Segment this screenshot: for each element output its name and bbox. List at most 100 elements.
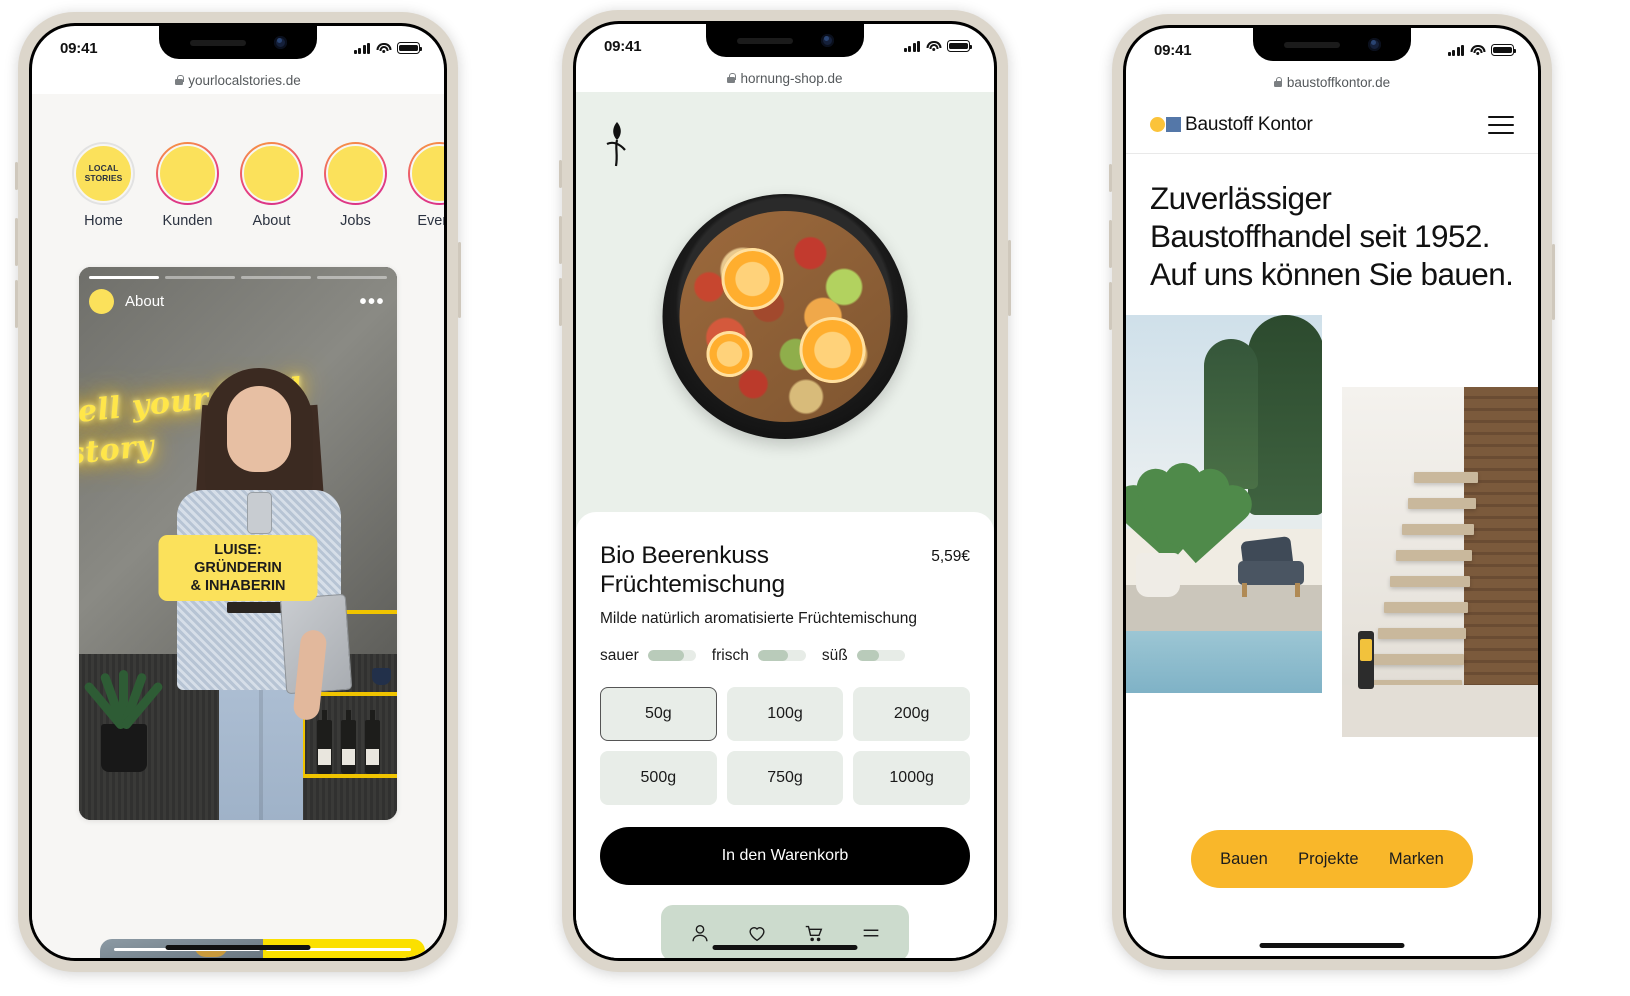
cellular-signal-icon	[903, 40, 920, 52]
taste-bar-sauer	[647, 650, 696, 662]
story-avatar	[410, 144, 444, 203]
story-progress-bar	[89, 276, 387, 279]
size-option-750g[interactable]: 750g	[726, 750, 844, 805]
volume-up-button[interactable]	[1109, 220, 1112, 268]
home-indicator-2[interactable]	[712, 945, 858, 950]
taste-label-frisch: frisch	[711, 646, 749, 664]
hero-image-group	[1126, 315, 1538, 745]
wifi-icon	[1470, 44, 1485, 56]
story-highlights-row: LOCAL STORIES Home Kunden About Jobs Eve	[32, 94, 444, 229]
earpiece-speaker	[1283, 41, 1340, 48]
story-card-about[interactable]: tell your local story	[79, 267, 397, 820]
palm-plant	[1126, 399, 1260, 564]
story-highlight-home[interactable]: LOCAL STORIES Home	[72, 142, 135, 229]
page-content-2: Bio Beerenkuss Früchtemischung 5,59€ Mil…	[576, 92, 994, 958]
taste-sauer: sauer	[600, 647, 696, 665]
front-camera	[820, 34, 834, 47]
story-label-jobs: Jobs	[340, 213, 371, 229]
mute-switch[interactable]	[559, 160, 562, 188]
url-text-3: baustoffkontor.de	[1286, 74, 1391, 90]
size-option-100g[interactable]: 100g	[726, 686, 844, 741]
product-subtitle: Milde natürlich aromatisierte Früchtemis…	[600, 609, 918, 627]
story-label-events: Events	[417, 213, 444, 229]
volume-down-button[interactable]	[15, 280, 18, 328]
status-time-2: 09:41	[604, 37, 642, 55]
wifi-icon	[926, 40, 941, 52]
power-button[interactable]	[458, 242, 461, 318]
notch	[159, 26, 317, 59]
nav-item-projekte[interactable]: Projekte	[1298, 850, 1359, 869]
story-highlight-kunden[interactable]: Kunden	[156, 142, 219, 229]
status-time-3: 09:41	[1154, 41, 1192, 59]
notch	[1253, 28, 1411, 61]
size-option-500g[interactable]: 500g	[600, 750, 717, 805]
phone-2-screen: 09:41 hornung-shop.de Bio Beerenkuss Frü…	[576, 24, 994, 958]
mute-switch[interactable]	[15, 162, 18, 190]
hornung-logo-icon[interactable]	[604, 120, 630, 168]
url-bar-3[interactable]: baustoffkontor.de	[1126, 68, 1538, 96]
taste-profile: sauer frisch süß	[600, 647, 970, 665]
story-avatar	[326, 144, 385, 203]
cart-icon[interactable]	[802, 921, 826, 945]
story-avatar-icon	[89, 289, 114, 314]
taste-bar-suess	[856, 650, 905, 662]
volume-down-button[interactable]	[559, 278, 562, 326]
site-header-3: Baustoff Kontor	[1126, 96, 1538, 154]
fruit-bowl-photo	[662, 194, 908, 439]
lock-icon	[727, 73, 736, 83]
taste-label-sauer: sauer	[600, 646, 639, 664]
heart-icon[interactable]	[745, 921, 769, 945]
logo-square-icon	[1166, 117, 1181, 132]
brand-logo[interactable]: Baustoff Kontor	[1150, 114, 1313, 136]
size-option-1000g[interactable]: 1000g	[853, 750, 970, 805]
product-detail-card: Bio Beerenkuss Früchtemischung 5,59€ Mil…	[576, 512, 994, 958]
battery-icon	[1491, 44, 1517, 56]
home-indicator-3[interactable]	[1259, 943, 1405, 948]
story-avatar	[242, 144, 301, 203]
volume-up-button[interactable]	[559, 216, 562, 264]
screenshot-stage: 09:41 yourlocalstories.de LOCAL STORIES …	[0, 0, 1630, 996]
page-content-3: Baustoff Kontor Zuverlässiger Baustoffha…	[1126, 96, 1538, 956]
battery-icon	[397, 42, 423, 54]
size-option-200g[interactable]: 200g	[853, 686, 970, 741]
menu-icon[interactable]	[859, 921, 883, 945]
home-indicator-1[interactable]	[165, 945, 311, 950]
mute-switch[interactable]	[1109, 164, 1112, 192]
url-text-2: hornung-shop.de	[740, 70, 843, 86]
nav-item-bauen[interactable]: Bauen	[1220, 850, 1268, 869]
floor-lamp	[1358, 631, 1374, 690]
product-image	[662, 194, 908, 439]
bottom-nav-pill: Bauen Projekte Marken	[1191, 830, 1473, 888]
add-to-cart-button[interactable]: In den Warenkorb	[600, 826, 970, 885]
url-bar-2[interactable]: hornung-shop.de	[576, 64, 994, 92]
nav-item-marken[interactable]: Marken	[1389, 850, 1444, 869]
story-more-icon[interactable]: •••	[359, 292, 385, 312]
volume-down-button[interactable]	[1109, 282, 1112, 330]
logo-circle-icon	[1150, 117, 1165, 132]
story-highlight-events[interactable]: Events	[408, 142, 444, 229]
lock-icon	[1273, 77, 1283, 87]
url-bar-1[interactable]: yourlocalstories.de	[32, 66, 444, 94]
bottom-tab-bar	[661, 904, 909, 958]
account-icon[interactable]	[688, 921, 712, 945]
size-option-50g[interactable]: 50g	[600, 686, 717, 741]
story-highlight-about[interactable]: About	[240, 142, 303, 229]
story-ring	[324, 142, 387, 205]
phone-3-screen: 09:41 baustoffkontor.de Baustoff Kontor …	[1126, 28, 1538, 956]
power-button[interactable]	[1008, 240, 1011, 316]
phone-mockup-3: 09:41 baustoffkontor.de Baustoff Kontor …	[1109, 14, 1555, 970]
url-text-1: yourlocalstories.de	[188, 72, 301, 88]
status-time-1: 09:41	[60, 39, 98, 57]
hero-image-outdoor	[1126, 315, 1322, 694]
story-handle: About	[125, 293, 165, 310]
staircase	[1366, 451, 1496, 692]
battery-icon	[947, 40, 973, 52]
story-header: About •••	[89, 289, 385, 314]
story-highlight-jobs[interactable]: Jobs	[324, 142, 387, 229]
brand-name: Baustoff Kontor	[1185, 113, 1313, 135]
volume-up-button[interactable]	[15, 218, 18, 266]
story-label-home: Home	[84, 213, 123, 229]
hamburger-menu-icon[interactable]	[1488, 115, 1514, 134]
power-button[interactable]	[1552, 244, 1555, 320]
photo-plant	[82, 622, 165, 772]
